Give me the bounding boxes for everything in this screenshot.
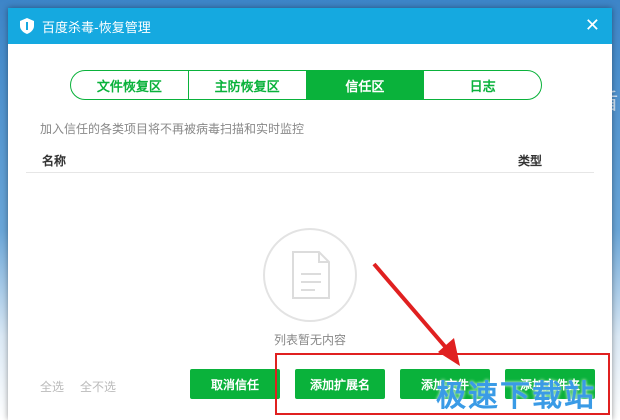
recovery-manager-window: 百度杀毒-恢复管理 ✕ 文件恢复区 主防恢复区 信任区 日志 加入信任的各类项目…: [8, 8, 612, 420]
deselect-all-link[interactable]: 全不选: [80, 378, 116, 395]
cancel-trust-button[interactable]: 取消信任: [190, 369, 280, 399]
tab-trust-zone[interactable]: 信任区: [306, 71, 425, 99]
trust-zone-hint: 加入信任的各类项目将不再被病毒扫描和实时监控: [40, 122, 305, 136]
tab-file-recovery[interactable]: 文件恢复区: [71, 71, 189, 99]
title-bar: 百度杀毒-恢复管理 ✕: [8, 8, 612, 44]
close-icon[interactable]: ✕: [585, 16, 600, 36]
watermark-text: 极速下载站: [436, 379, 596, 414]
tab-active-defense-recovery[interactable]: 主防恢复区: [189, 71, 307, 99]
table-header: 名称 类型: [26, 146, 594, 173]
red-arrow-annotation: [372, 262, 460, 366]
window-title: 百度杀毒-恢复管理: [42, 20, 151, 36]
empty-list-text: 列表暂无内容: [273, 333, 346, 347]
shield-icon: [20, 18, 34, 34]
empty-list-document-icon: [263, 228, 357, 322]
column-type: 类型: [517, 154, 542, 168]
column-name: 名称: [42, 154, 67, 168]
select-all-link[interactable]: 全选: [40, 378, 64, 395]
tab-bar: 文件恢复区 主防恢复区 信任区 日志: [70, 70, 542, 100]
tab-log[interactable]: 日志: [424, 71, 541, 99]
